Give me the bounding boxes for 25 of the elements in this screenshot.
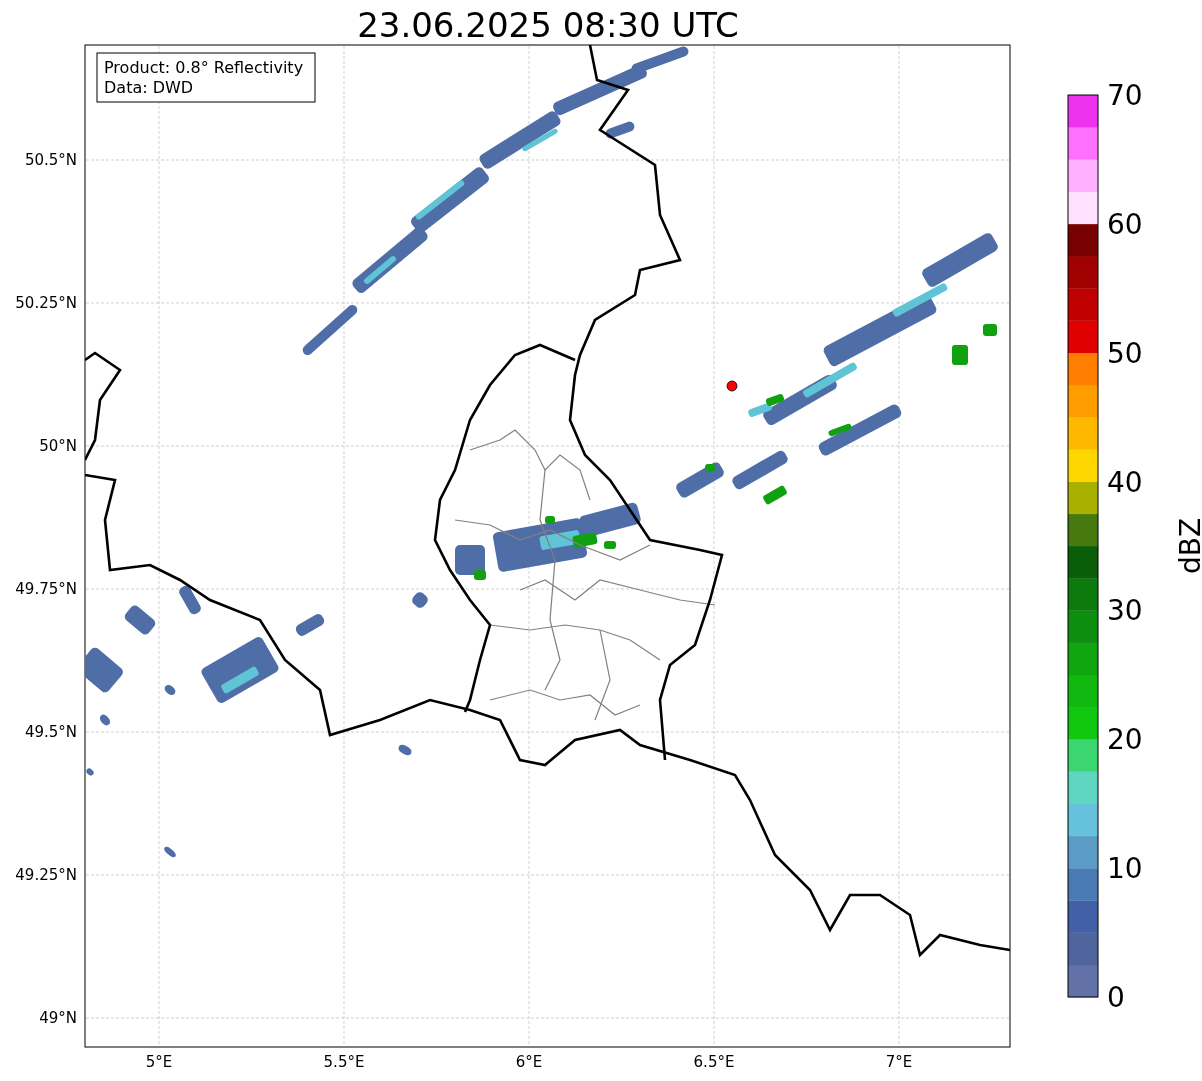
colorbar-tick-label: 40 [1107,465,1143,499]
longitude-label: 7°E [885,1053,913,1071]
colorbar-tick-label: 0 [1107,981,1125,1014]
latitude-label: 50.25°N [15,294,77,312]
colorbar-label: dBZ [1174,517,1202,575]
latitude-label: 50.5°N [24,151,77,169]
longitude-label: 6°E [515,1053,543,1071]
colorbar-tick-label: 60 [1107,207,1143,241]
latitude-label: 49.25°N [15,866,77,884]
colorbar-tick-label: 20 [1107,723,1143,757]
longitude-label: 6.5°E [693,1053,735,1071]
colorbar-tick-label: 30 [1107,594,1143,628]
latitude-label: 49.5°N [24,723,77,741]
latitude-label: 50°N [39,437,77,455]
info-text: Product: 0.8° Reflectivity [104,58,304,77]
location-marker [726,380,738,392]
latitude-label: 49°N [39,1009,77,1027]
chart-title: 23.06.2025 08:30 UTC [357,5,739,45]
colorbar-tick-label: 70 [1107,79,1143,112]
colorbar-tick-label: 50 [1107,336,1143,370]
info-text: Data: DWD [104,78,194,97]
latitude-label: 49.75°N [15,580,77,598]
colorbar-tick-label: 10 [1107,852,1143,886]
longitude-label: 5.5°E [323,1053,365,1071]
longitude-label: 5°E [145,1053,173,1071]
